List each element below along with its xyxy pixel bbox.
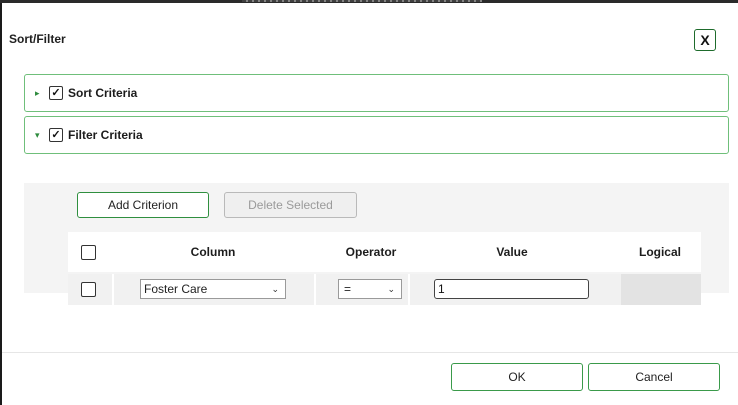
- logical-header: Logical: [638, 245, 681, 259]
- caret-right-icon[interactable]: ▸: [35, 88, 45, 99]
- column-header: Column: [190, 245, 236, 259]
- footer-divider: [2, 352, 738, 353]
- background-window-fragment: [242, 0, 482, 2]
- sort-criteria-checkbox[interactable]: ✓: [49, 86, 63, 100]
- close-button[interactable]: X: [694, 29, 716, 51]
- row-select-cell: [68, 274, 108, 305]
- select-all-checkbox[interactable]: [80, 244, 96, 260]
- delete-selected-button[interactable]: Delete Selected: [224, 192, 357, 218]
- filter-criteria-checkbox[interactable]: ✓: [49, 128, 63, 142]
- operator-header: Operator: [345, 245, 397, 259]
- column-divider: [112, 274, 114, 305]
- filter-criteria-label: Filter Criteria: [68, 128, 143, 142]
- filter-criteria-section[interactable]: ▾ ✓ Filter Criteria: [24, 116, 729, 154]
- add-criterion-button[interactable]: Add Criterion: [77, 192, 209, 218]
- table-row: Foster Care ⌄ = ⌄: [68, 274, 701, 305]
- operator-select[interactable]: = ⌄: [338, 279, 402, 299]
- cancel-button[interactable]: Cancel: [588, 363, 720, 391]
- chevron-down-icon: ⌄: [387, 283, 395, 294]
- operator-select-value: =: [344, 282, 352, 296]
- sort-criteria-label: Sort Criteria: [68, 86, 138, 100]
- grid-header: Column Operator Value Logical: [68, 232, 701, 272]
- logical-cell[interactable]: [621, 274, 701, 305]
- value-header: Value: [496, 245, 528, 259]
- column-select-value: Foster Care: [144, 282, 208, 296]
- column-divider: [408, 274, 410, 305]
- row-select-checkbox[interactable]: [80, 282, 96, 297]
- caret-down-icon[interactable]: ▾: [35, 130, 45, 141]
- column-select[interactable]: Foster Care ⌄: [140, 279, 286, 299]
- column-divider: [314, 274, 316, 305]
- ok-button[interactable]: OK: [451, 363, 583, 391]
- select-all-cell: [68, 232, 108, 272]
- dialog-title: Sort/Filter: [9, 32, 66, 46]
- chevron-down-icon: ⌄: [271, 283, 279, 294]
- sort-criteria-section[interactable]: ▸ ✓ Sort Criteria: [24, 74, 729, 112]
- value-input[interactable]: [434, 279, 589, 299]
